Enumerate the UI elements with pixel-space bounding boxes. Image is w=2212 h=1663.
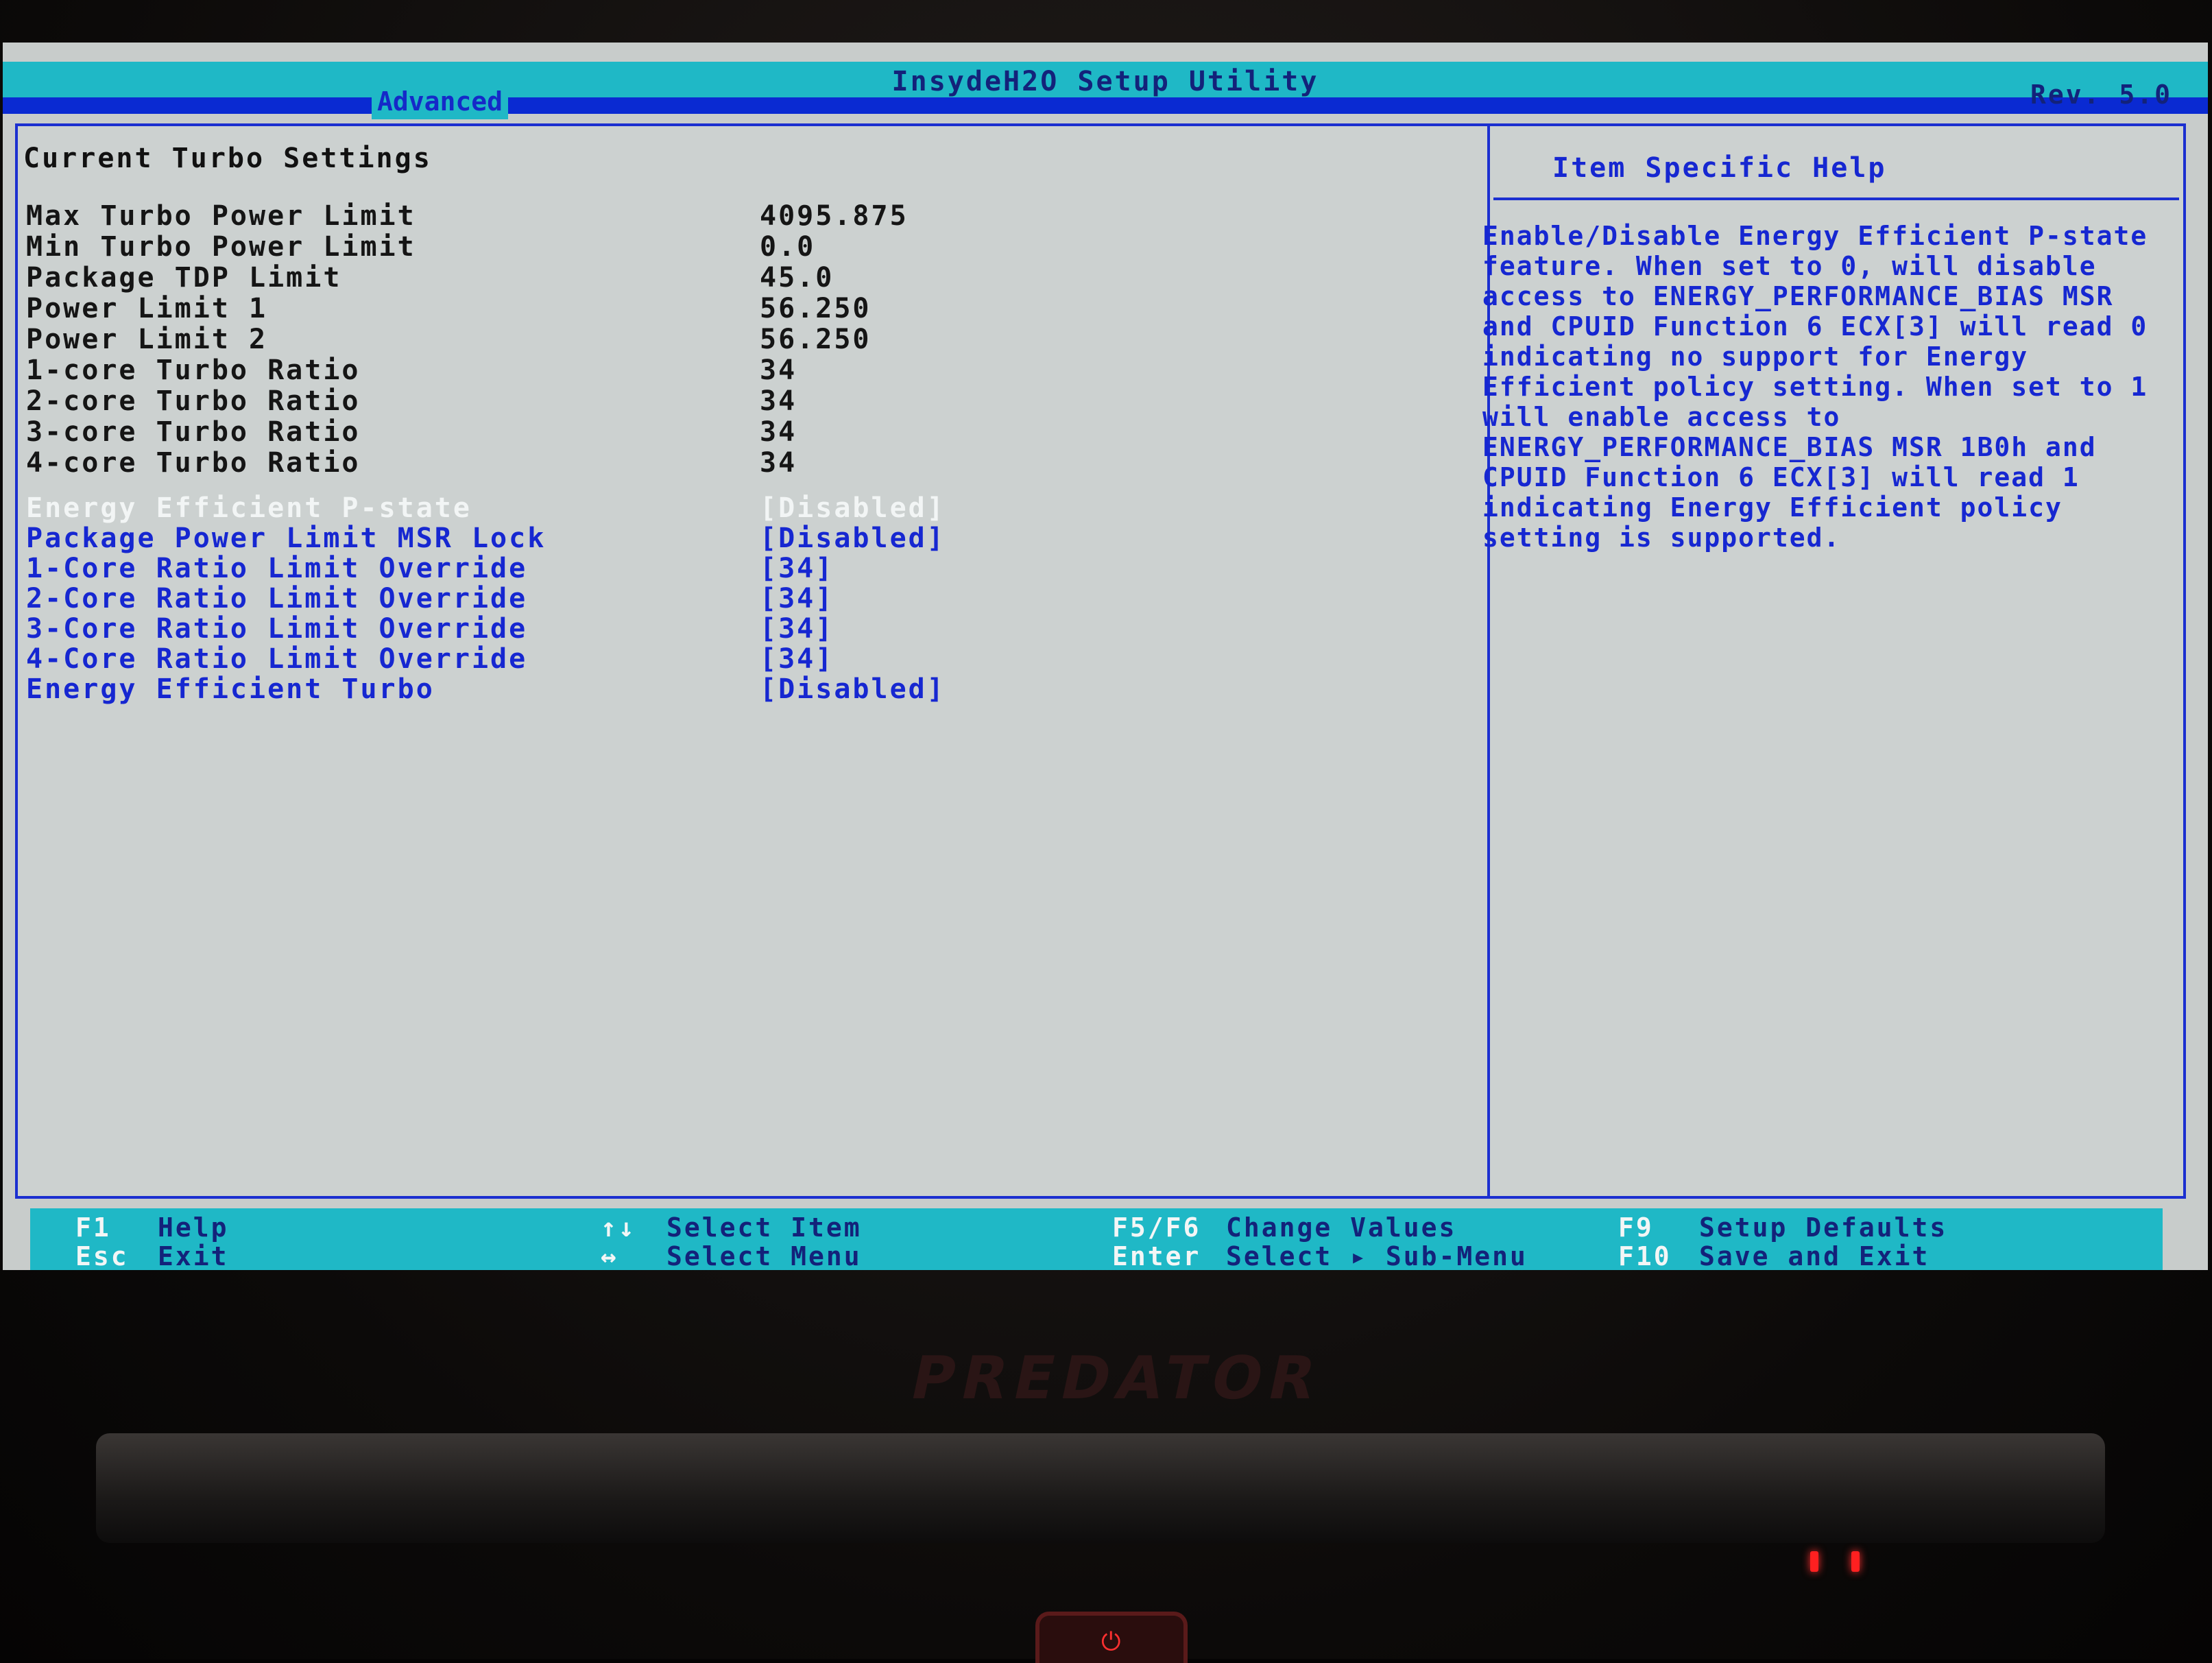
left-right-arrows-icon[interactable]: ↔ <box>601 1241 618 1270</box>
info-label: Power Limit 1 <box>26 293 268 324</box>
option-value[interactable]: [34] <box>760 553 834 584</box>
info-label: 1-core Turbo Ratio <box>26 355 361 386</box>
bios-screen: InsydeH2O Setup Utility Rev. 5.0 Advance… <box>3 43 2208 1270</box>
help-header: Item Specific Help <box>1493 140 2179 200</box>
option-label[interactable]: 3-Core Ratio Limit Override <box>26 613 527 645</box>
esc-key[interactable]: Esc <box>75 1241 129 1270</box>
info-value: 34 <box>760 355 797 386</box>
leftright-desc: Select Menu <box>666 1241 862 1270</box>
info-label: Min Turbo Power Limit <box>26 231 416 263</box>
power-button[interactable]: ⏻ <box>1035 1612 1188 1663</box>
info-value: 34 <box>760 447 797 479</box>
status-led-1 <box>1810 1551 1818 1572</box>
laptop-hinge <box>96 1433 2105 1543</box>
info-row: 1-core Turbo Ratio 34 <box>26 355 1055 386</box>
info-value: 45.0 <box>760 262 834 294</box>
option-value[interactable]: [Disabled] <box>760 673 946 705</box>
option-value[interactable]: [Disabled] <box>760 523 946 554</box>
info-value: 0.0 <box>760 231 816 263</box>
f1-key[interactable]: F1 <box>75 1212 111 1243</box>
brand-logo: PREDATOR <box>904 1344 1329 1413</box>
option-label[interactable]: 4-Core Ratio Limit Override <box>26 643 527 675</box>
option-value[interactable]: [34] <box>760 583 834 614</box>
option-row[interactable]: 2-Core Ratio Limit Override [34] <box>26 583 1055 614</box>
esc-desc: Exit <box>158 1241 229 1270</box>
info-label: 2-core Turbo Ratio <box>26 385 361 417</box>
option-label[interactable]: Energy Efficient Turbo <box>26 673 435 705</box>
option-label[interactable]: Energy Efficient P-state <box>26 492 472 524</box>
key-legend: F1 Help Esc Exit ↑↓ Select Item ↔ Select… <box>30 1208 2163 1270</box>
info-value: 34 <box>760 385 797 417</box>
tab-advanced[interactable]: Advanced <box>372 84 509 119</box>
info-label: 3-core Turbo Ratio <box>26 416 361 448</box>
info-value: 4095.875 <box>760 200 909 232</box>
info-label: Package TDP Limit <box>26 262 342 294</box>
option-row[interactable]: Package Power Limit MSR Lock [Disabled] <box>26 523 1055 554</box>
info-value: 34 <box>760 416 797 448</box>
option-label[interactable]: 1-Core Ratio Limit Override <box>26 553 527 584</box>
option-label[interactable]: 2-Core Ratio Limit Override <box>26 583 527 614</box>
option-value[interactable]: [34] <box>760 613 834 645</box>
option-row[interactable]: Energy Efficient Turbo [Disabled] <box>26 673 1055 705</box>
info-label: 4-core Turbo Ratio <box>26 447 361 479</box>
f10-desc: Save and Exit <box>1699 1241 1930 1270</box>
info-row: Package TDP Limit 45.0 <box>26 262 1055 294</box>
info-label: Power Limit 2 <box>26 324 268 355</box>
info-row: Min Turbo Power Limit 0.0 <box>26 231 1055 263</box>
info-row: 3-core Turbo Ratio 34 <box>26 416 1055 448</box>
updown-desc: Select Item <box>666 1212 862 1243</box>
f5f6-desc: Change Values <box>1226 1212 1457 1243</box>
help-title: Item Specific Help <box>1552 152 1887 184</box>
option-row[interactable]: 3-Core Ratio Limit Override [34] <box>26 613 1055 645</box>
option-value[interactable]: [34] <box>760 643 834 675</box>
option-row[interactable]: 1-Core Ratio Limit Override [34] <box>26 553 1055 584</box>
info-row: 4-core Turbo Ratio 34 <box>26 447 1055 479</box>
info-value: 56.250 <box>760 293 871 324</box>
power-icon: ⏻ <box>1101 1628 1121 1656</box>
info-value: 56.250 <box>760 324 871 355</box>
status-led-2 <box>1851 1551 1860 1572</box>
option-value[interactable]: [Disabled] <box>760 492 946 524</box>
enter-key[interactable]: Enter <box>1112 1241 1201 1270</box>
option-row[interactable]: Energy Efficient P-state [Disabled] <box>26 492 1055 524</box>
f9-desc: Setup Defaults <box>1699 1212 1948 1243</box>
help-text: Enable/Disable Energy Efficient P-state … <box>1482 221 2148 553</box>
section-title: Current Turbo Settings <box>23 143 432 174</box>
enter-desc: Select ▸ Sub-Menu <box>1226 1241 1528 1270</box>
info-row: Max Turbo Power Limit 4095.875 <box>26 200 1055 232</box>
f5f6-key[interactable]: F5/F6 <box>1112 1212 1201 1243</box>
info-label: Max Turbo Power Limit <box>26 200 416 232</box>
info-row: Power Limit 1 56.250 <box>26 293 1055 324</box>
option-label[interactable]: Package Power Limit MSR Lock <box>26 523 546 554</box>
info-row: Power Limit 2 56.250 <box>26 324 1055 355</box>
option-row[interactable]: 4-Core Ratio Limit Override [34] <box>26 643 1055 675</box>
f9-key[interactable]: F9 <box>1618 1212 1654 1243</box>
info-row: 2-core Turbo Ratio 34 <box>26 385 1055 417</box>
f10-key[interactable]: F10 <box>1618 1241 1672 1270</box>
f1-desc: Help <box>158 1212 229 1243</box>
utility-title: InsydeH2O Setup Utility <box>891 66 1319 97</box>
up-down-arrows-icon[interactable]: ↑↓ <box>601 1212 636 1243</box>
revision-label: Rev. 5.0 <box>2030 80 2172 110</box>
